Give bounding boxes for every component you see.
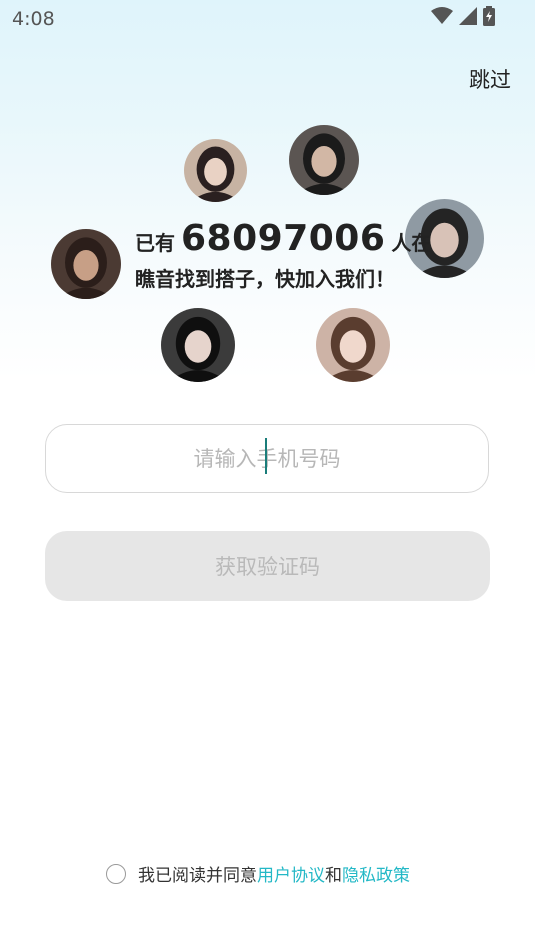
- get-code-button[interactable]: 获取验证码: [45, 531, 490, 601]
- user-agreement-link[interactable]: 用户协议: [257, 861, 325, 886]
- avatar: [161, 308, 235, 382]
- wifi-icon: [431, 7, 453, 29]
- headline-subtitle: 瞧音找到搭子，快加入我们！: [135, 267, 395, 291]
- agreement-prefix: 我已阅读并同意: [138, 866, 257, 886]
- cellular-signal-icon: [459, 7, 477, 29]
- phone-input[interactable]: [46, 445, 488, 472]
- skip-button[interactable]: 跳过: [469, 64, 511, 94]
- text-cursor: [265, 438, 267, 474]
- status-bar: 4:08: [0, 0, 535, 38]
- user-count-line: 已有 68097006 人在: [135, 218, 431, 259]
- privacy-policy-link[interactable]: 隐私政策: [342, 861, 410, 886]
- avatar: [289, 125, 359, 195]
- avatar: [184, 139, 247, 202]
- count-prefix: 已有: [135, 231, 175, 255]
- user-count: 68097006: [181, 218, 386, 259]
- agreement-row: 我已阅读并同意 用户协议 和 隐私政策: [106, 861, 410, 886]
- agreement-checkbox[interactable]: [106, 863, 126, 884]
- headline: 已有 68097006 人在 瞧音找到搭子，快加入我们！: [135, 218, 431, 292]
- agreement-and: 和: [325, 866, 342, 886]
- status-time: 4:08: [12, 8, 55, 30]
- avatar: [51, 229, 121, 299]
- avatar: [316, 308, 390, 382]
- status-icons: [431, 6, 495, 30]
- count-suffix: 人在: [391, 231, 432, 255]
- phone-input-field[interactable]: [45, 424, 489, 493]
- battery-charging-icon: [483, 6, 495, 30]
